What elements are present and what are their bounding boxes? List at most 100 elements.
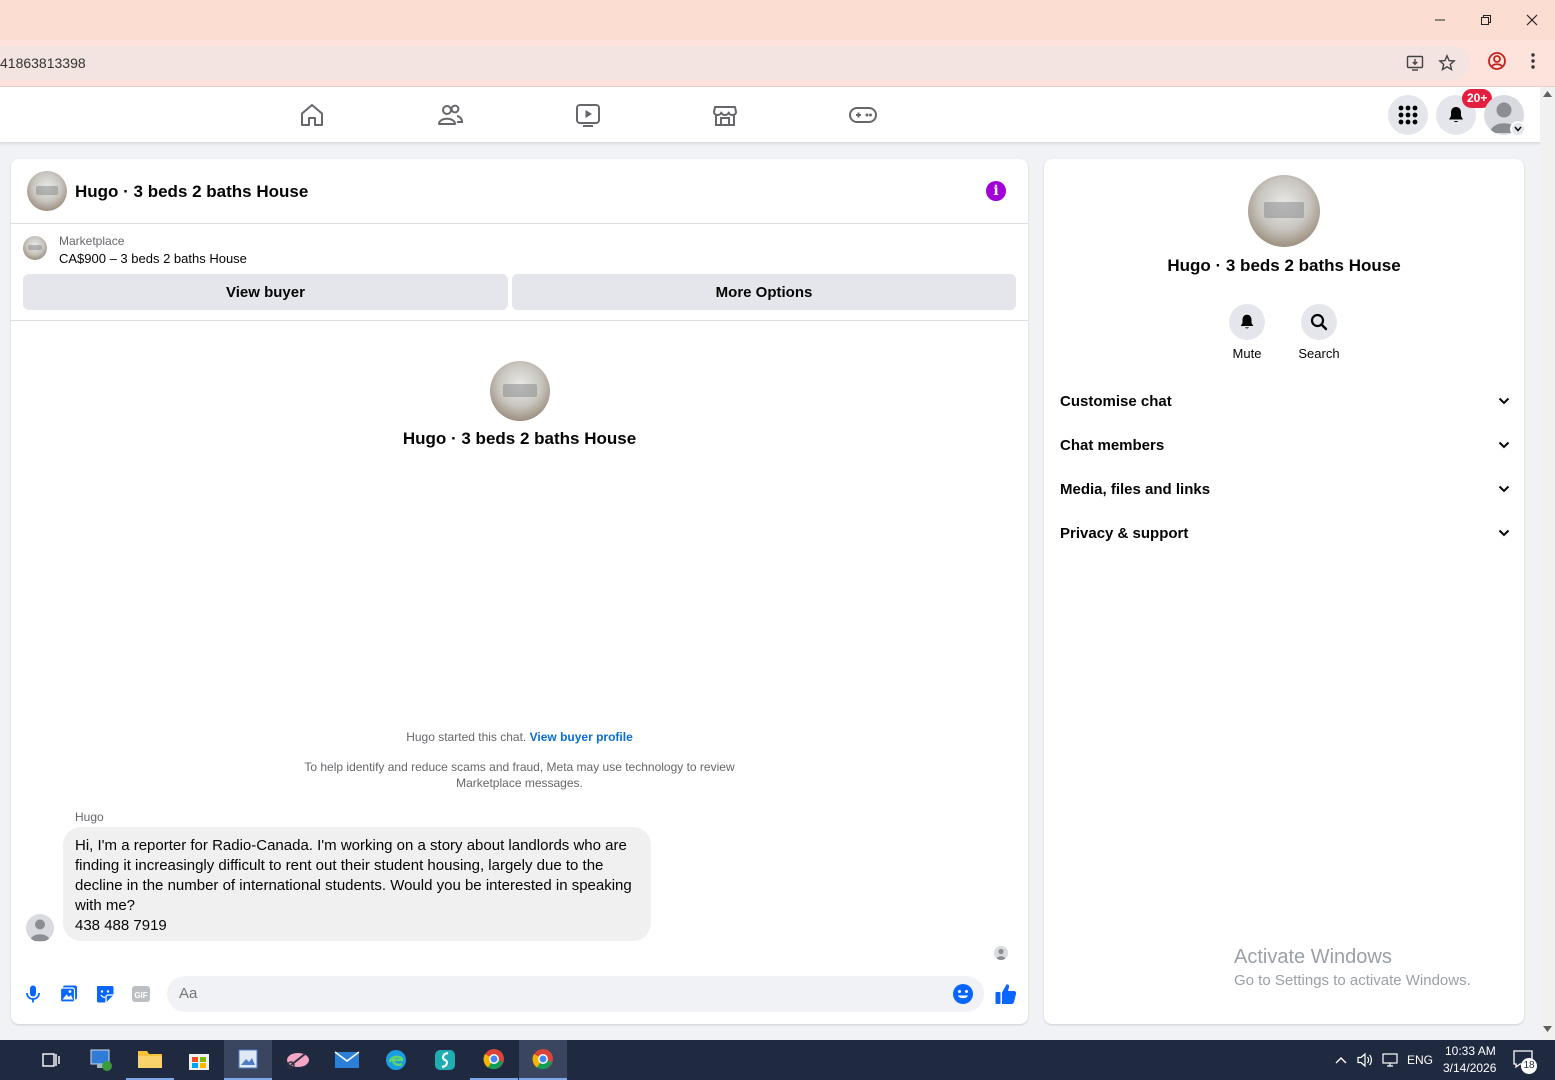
center-chat-name: Hugo · 3 beds 2 baths House [402, 429, 637, 448]
notification-count-badge: 18 [1521, 1058, 1537, 1074]
sticker-button[interactable] [92, 981, 118, 1007]
taskbar-app-file-explorer[interactable] [126, 1040, 174, 1080]
taskbar-app-snipping[interactable] [274, 1040, 322, 1080]
browser-titlebar [0, 0, 1555, 40]
chevron-up-icon [1335, 1057, 1347, 1064]
network-button[interactable] [1381, 1051, 1399, 1074]
chevron-down-icon [1498, 485, 1510, 493]
friends-icon [438, 104, 464, 125]
scroll-up-icon[interactable] [1543, 91, 1552, 97]
info-icon[interactable]: i [986, 181, 1006, 201]
close-icon [1526, 14, 1538, 26]
taskbar-app-store[interactable] [175, 1040, 223, 1080]
default-avatar-icon [30, 919, 50, 941]
browser-menu-icon[interactable] [1522, 50, 1544, 72]
message-input[interactable] [179, 985, 919, 1002]
message-line: finding it increasingly difficult to ren… [75, 857, 604, 874]
action-center-button[interactable]: 18 [1512, 1049, 1538, 1074]
search-action[interactable]: Search [1294, 304, 1344, 361]
nav-home-tab[interactable] [257, 87, 367, 143]
minimize-button[interactable] [1417, 0, 1463, 40]
voice-clip-button[interactable] [20, 981, 46, 1007]
info-listing-photo[interactable] [1248, 175, 1320, 247]
clock-time[interactable]: 10:33 AM [1445, 1044, 1496, 1058]
clock-date[interactable]: 3/14/2026 [1443, 1061, 1496, 1075]
taskbar-app-mail[interactable] [323, 1040, 371, 1080]
bell-icon [1449, 107, 1463, 123]
snipping-tool-icon [287, 1053, 309, 1069]
url-text[interactable]: 41863813398 [0, 55, 86, 71]
menu-grid-button[interactable] [1388, 95, 1428, 135]
chat-title[interactable]: Hugo · 3 beds 2 baths House [75, 182, 308, 202]
chrome-icon [483, 1049, 504, 1070]
scroll-down-icon[interactable] [1543, 1026, 1552, 1032]
chat-info-panel: Hugo · 3 beds 2 baths House Mute Search … [1044, 159, 1524, 1024]
thumbs-up-icon [995, 984, 1017, 1004]
message-line: Hi, I'm a reporter for Radio-Canada. I'm… [75, 837, 627, 854]
install-app-icon[interactable] [1404, 52, 1426, 74]
bell-icon [1240, 314, 1254, 329]
listing-thumbnail [23, 236, 47, 260]
message-bubble[interactable]: Hi, I'm a reporter for Radio-Canada. I'm… [63, 827, 651, 941]
seen-receipt-avatar [994, 946, 1008, 960]
gif-icon: GIF [132, 986, 150, 1002]
restore-button[interactable] [1463, 0, 1509, 40]
view-buyer-button[interactable]: View buyer [23, 274, 508, 310]
taskbar-app-chrome-profile[interactable] [470, 1040, 518, 1080]
microphone-icon [26, 985, 40, 1003]
task-view-icon [42, 1053, 60, 1067]
task-view-button[interactable] [27, 1040, 75, 1080]
photo-icon [59, 985, 77, 1003]
image-viewer-icon [238, 1049, 258, 1069]
emoji-button[interactable] [952, 983, 974, 1005]
chrome-icon [532, 1049, 553, 1070]
svg-text:GIF: GIF [134, 991, 147, 1000]
account-menu-chevron[interactable] [1510, 121, 1526, 137]
address-bar[interactable]: 41863813398 [0, 46, 1470, 80]
taskbar-app-edge[interactable] [372, 1040, 420, 1080]
listing-photo[interactable] [27, 171, 67, 211]
show-hidden-icons-button[interactable] [1334, 1052, 1348, 1070]
mute-action[interactable]: Mute [1222, 304, 1272, 361]
section-label: Customise chat [1060, 392, 1172, 410]
nav-marketplace-tab[interactable] [670, 87, 780, 143]
like-button[interactable] [993, 981, 1019, 1007]
close-button[interactable] [1509, 0, 1555, 40]
taskbar-app-surfshark[interactable] [421, 1040, 469, 1080]
facebook-top-nav [0, 87, 1540, 143]
section-label: Chat members [1060, 436, 1165, 454]
section-chat-members[interactable]: Chat members [1060, 427, 1510, 463]
chevron-down-icon [1514, 126, 1522, 132]
edge-browser-icon [386, 1050, 406, 1070]
section-media-files-links[interactable]: Media, files and links [1060, 471, 1510, 507]
default-avatar-icon [996, 948, 1006, 960]
nav-video-tab[interactable] [533, 87, 643, 143]
chat-started-notice: Hugo started this chat. View buyer profi… [11, 730, 1028, 744]
chat-started-text: Hugo started this chat. [406, 730, 527, 744]
volume-icon [1357, 1052, 1372, 1068]
page-scrollbar[interactable] [1540, 87, 1555, 1040]
section-privacy-support[interactable]: Privacy & support [1060, 515, 1510, 551]
taskbar-app-chrome-active[interactable] [519, 1040, 567, 1080]
view-buyer-profile-link[interactable]: View buyer profile [530, 730, 633, 744]
volume-button[interactable] [1356, 1051, 1374, 1074]
attach-photo-button[interactable] [56, 981, 82, 1007]
language-indicator[interactable]: ENG [1407, 1053, 1433, 1067]
profile-icon[interactable] [1486, 50, 1508, 72]
taskbar-app-network-tool[interactable] [77, 1040, 125, 1080]
gif-button[interactable]: GIF [128, 981, 154, 1007]
nav-gaming-tab[interactable] [808, 87, 918, 143]
listing-title[interactable]: CA$900 – 3 beds 2 baths House [59, 251, 247, 266]
more-options-button[interactable]: More Options [512, 274, 1016, 310]
message-line: decline in the number of international s… [75, 877, 632, 894]
surfshark-icon [435, 1050, 455, 1070]
nav-friends-tab[interactable] [395, 87, 505, 143]
divider [11, 320, 1028, 321]
sender-avatar[interactable] [26, 914, 54, 942]
section-customise-chat[interactable]: Customise chat [1060, 383, 1510, 419]
bookmark-star-icon[interactable] [1436, 52, 1458, 74]
taskbar-app-photos[interactable] [224, 1040, 272, 1080]
search-label: Search [1298, 346, 1340, 361]
gaming-icon [849, 107, 877, 123]
message-composer[interactable] [167, 976, 984, 1012]
